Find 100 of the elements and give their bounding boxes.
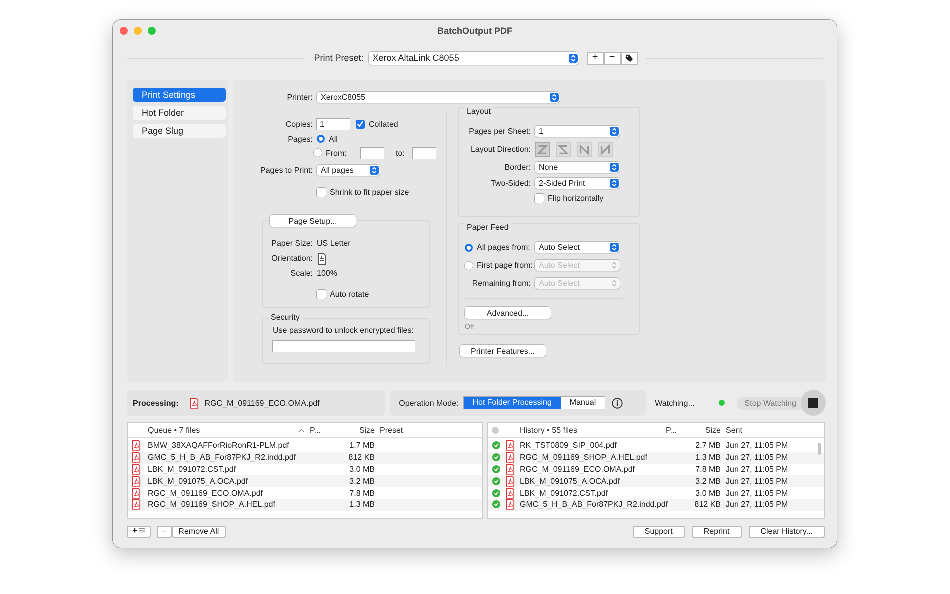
radio-label: From: bbox=[326, 148, 347, 158]
checkbox[interactable] bbox=[356, 120, 365, 129]
scrollbar[interactable] bbox=[818, 443, 821, 455]
layout-direction-button[interactable] bbox=[556, 142, 571, 156]
source-dropdown: Auto Select bbox=[535, 260, 620, 271]
file-name-cell-text: LBK_M_091075_A.OCA.pdf bbox=[148, 476, 250, 486]
pages-dropdown[interactable]: All pages bbox=[317, 165, 380, 176]
footer-button[interactable]: Clear History... bbox=[748, 526, 825, 538]
column-header[interactable]: History • 55 files bbox=[520, 426, 664, 434]
column-header[interactable]: Queue • 7 files bbox=[148, 426, 296, 434]
size-cell-text: 2.7 MB bbox=[694, 441, 722, 450]
column-header[interactable]: Sent bbox=[726, 426, 812, 434]
info-icon[interactable] bbox=[612, 398, 624, 408]
column-header[interactable]: Size bbox=[334, 426, 378, 434]
footer-button[interactable]: Support bbox=[632, 526, 685, 538]
page-setup-button[interactable]: Page Setup... bbox=[270, 215, 356, 227]
advanced-button[interactable]: Advanced... bbox=[465, 307, 551, 319]
size-cell-text: 1.3 MB bbox=[348, 500, 376, 510]
field-label: Remaining from: bbox=[471, 279, 531, 288]
tag-icon bbox=[624, 54, 634, 62]
to-field[interactable] bbox=[412, 148, 436, 158]
copies-field[interactable]: 1 bbox=[317, 119, 350, 130]
column-header[interactable]: Preset bbox=[380, 426, 482, 434]
border-dropdown[interactable]: None bbox=[535, 162, 620, 173]
size-cell-text: 7.8 MB bbox=[694, 464, 722, 474]
printer-dropdown[interactable]: XeroxC8055 bbox=[317, 92, 560, 103]
group-title: Security bbox=[269, 313, 302, 322]
column-header[interactable]: Size bbox=[686, 426, 724, 434]
source-dropdown[interactable]: Auto Select bbox=[535, 242, 620, 253]
file-name-cell-text: LBK_M_091072.CST.pdf bbox=[148, 464, 238, 474]
pages-per-sheet-dropdown[interactable]: 1 bbox=[535, 126, 620, 137]
layout-direction-button[interactable] bbox=[577, 142, 592, 156]
chevron-icon bbox=[610, 179, 619, 188]
field-label: to: bbox=[396, 148, 405, 158]
zoom-button[interactable] bbox=[148, 27, 156, 35]
field-label: Two-Sided: bbox=[490, 179, 531, 188]
group-title: Paper Feed bbox=[465, 223, 511, 232]
add-button[interactable]: + bbox=[586, 52, 604, 64]
sidebar-item[interactable]: Page Slug bbox=[133, 124, 226, 138]
minimize-button[interactable] bbox=[134, 27, 142, 35]
add-list-button[interactable] bbox=[127, 526, 151, 538]
field-label: Printer: bbox=[286, 93, 313, 102]
chevron-icon bbox=[568, 54, 578, 62]
preset-label: Print Preset: bbox=[314, 53, 364, 63]
paper-size-value: US Letter bbox=[317, 239, 351, 248]
sent-time-cell-text: Jun 27, 11:05 PM bbox=[726, 441, 790, 450]
column-header[interactable]: P... bbox=[666, 426, 684, 434]
checkbox-label: Shrink to fit paper size bbox=[330, 188, 410, 197]
size-cell-text: 3.0 MB bbox=[694, 488, 722, 498]
size-cell-text: 7.8 MB bbox=[348, 488, 376, 498]
chevron-icon bbox=[610, 243, 619, 252]
processing-label: Processing: bbox=[133, 398, 179, 408]
file-name-cell-text: BMW_38XAQAFForRioRonR1-PLM.pdf bbox=[148, 441, 290, 450]
column-header[interactable]: P... bbox=[310, 426, 332, 434]
layout-direction-button[interactable] bbox=[535, 142, 550, 156]
mode-segment[interactable]: Manual bbox=[560, 397, 606, 409]
remove-all-button[interactable]: Remove All bbox=[172, 526, 226, 538]
chevron-icon bbox=[370, 166, 379, 175]
checkbox[interactable] bbox=[317, 188, 326, 197]
scale-value: 100% bbox=[317, 269, 338, 278]
sidebar-item[interactable]: Hot Folder bbox=[133, 106, 226, 120]
field-label: Layout Direction: bbox=[470, 144, 531, 154]
chevron-icon bbox=[610, 279, 619, 288]
sent-time-cell-text: Jun 27, 11:05 PM bbox=[726, 453, 790, 462]
chevron-up-icon bbox=[298, 428, 305, 432]
file-name-cell-text: RGC_M_091169_ECO.OMA.pdf bbox=[520, 464, 636, 474]
size-cell-text: 812 KB bbox=[694, 500, 722, 510]
radio-label: First page from: bbox=[477, 261, 534, 270]
stop-button[interactable] bbox=[800, 390, 826, 416]
checkbox-label: Flip horizontally bbox=[548, 194, 604, 202]
two-sided-dropdown[interactable]: 2-Sided Print bbox=[535, 178, 620, 189]
field-label: Paper Size: bbox=[270, 239, 313, 248]
pdf-file-icon bbox=[190, 398, 199, 408]
footer-button[interactable]: Reprint bbox=[692, 526, 742, 538]
sent-time-cell-text: Jun 27, 11:05 PM bbox=[726, 464, 790, 474]
group-title: Layout bbox=[465, 107, 494, 116]
mode-segment[interactable]: Hot Folder Processing bbox=[464, 397, 561, 409]
from-field[interactable] bbox=[360, 148, 384, 158]
radio-button[interactable] bbox=[314, 149, 322, 157]
preset-dropdown[interactable]: Xerox AltaLink C8055 bbox=[368, 52, 579, 64]
file-name-cell-text: RGC_M_091169_ECO.OMA.pdf bbox=[148, 488, 264, 498]
radio-button[interactable] bbox=[465, 244, 473, 252]
remove-button[interactable]: − bbox=[604, 52, 621, 64]
checkbox[interactable] bbox=[535, 194, 544, 202]
tag-button[interactable] bbox=[620, 52, 638, 64]
printer-features-button[interactable]: Printer Features... bbox=[460, 345, 546, 357]
sidebar-item[interactable]: Print Settings bbox=[133, 88, 226, 102]
field-label: Pages per Sheet: bbox=[468, 127, 531, 136]
password-label: Use password to unlock encrypted files: bbox=[273, 326, 415, 335]
size-cell-text: 1.3 MB bbox=[694, 453, 722, 462]
password-field[interactable] bbox=[273, 341, 415, 352]
stop-watching-button[interactable]: Stop Watching bbox=[736, 396, 804, 410]
checkbox[interactable] bbox=[317, 290, 326, 299]
size-cell-text: 1.7 MB bbox=[348, 441, 376, 450]
layout-direction-button[interactable] bbox=[598, 142, 613, 156]
close-button[interactable] bbox=[120, 27, 128, 35]
radio-button[interactable] bbox=[317, 135, 325, 143]
file-name-cell-text: LBK_M_091075_A.OCA.pdf bbox=[520, 476, 622, 486]
remove-button[interactable]: − bbox=[157, 526, 172, 538]
file-name-cell-text: RK_TST0809_SIP_004.pdf bbox=[520, 441, 618, 450]
